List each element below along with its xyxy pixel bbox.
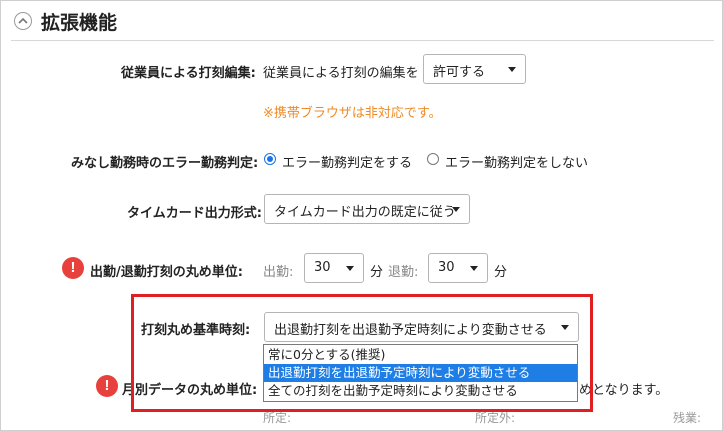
dropdown-option[interactable]: 常に0分とする(推奨) — [264, 346, 577, 364]
monthly-overtime-label: 残業: — [673, 411, 702, 425]
employee-edit-prefix: 従業員による打刻の編集を — [263, 66, 419, 81]
settings-panel: 拡張機能 従業員による打刻編集: 従業員による打刻の編集を 許可する ※携帯ブラ… — [0, 0, 723, 431]
mobile-unsupported-notice: ※携帯ブラウザは非対応です。 — [263, 106, 442, 121]
clock-out-rounding-select[interactable]: 30 — [428, 253, 488, 283]
error-judgment-label: みなし勤務時のエラー勤務判定: — [71, 156, 259, 171]
chevron-down-icon — [508, 67, 516, 72]
chevron-down-icon — [346, 266, 354, 271]
rounding-unit-label: 出勤/退勤打刻の丸め単位: — [90, 265, 243, 280]
error-judgment-on-label[interactable]: エラー勤務判定をする — [282, 152, 412, 171]
chevron-down-icon — [470, 266, 478, 271]
employee-edit-select-value: 許可する — [433, 65, 486, 80]
error-judgment-off-radio[interactable] — [427, 153, 439, 165]
dropdown-option-selected[interactable]: 出退勤打刻を出退勤予定時刻により変動させる — [264, 364, 577, 382]
clock-in-rounding-select[interactable]: 30 — [304, 253, 364, 283]
timecard-format-select[interactable]: タイムカード出力の既定に従う — [264, 194, 470, 224]
employee-edit-select[interactable]: 許可する — [423, 54, 526, 84]
clock-out-unit: 分 — [494, 265, 508, 280]
clock-in-unit: 分 — [370, 265, 384, 280]
section-header: 拡張機能 — [1, 1, 722, 41]
rounding-base-dropdown-list[interactable]: 常に0分とする(推奨) 出退勤打刻を出退勤予定時刻により変動させる 全ての打刻を… — [263, 344, 578, 402]
error-judgment-off-label[interactable]: エラー勤務判定をしない — [445, 152, 588, 171]
section-title: 拡張機能 — [41, 12, 118, 34]
employee-edit-label: 従業員による打刻編集: — [121, 66, 256, 81]
collapse-chevron-up-icon[interactable] — [14, 12, 32, 30]
section-divider — [11, 40, 714, 41]
dropdown-option[interactable]: 全ての打刻を出勤予定時刻により変動させる — [264, 382, 577, 400]
clock-out-label: 退勤: — [388, 265, 419, 280]
timecard-format-select-value: タイムカード出力の既定に従う — [274, 205, 456, 220]
chevron-down-icon — [452, 207, 460, 212]
timecard-format-label: タイムカード出力形式: — [127, 206, 262, 221]
clock-in-rounding-value: 30 — [314, 260, 331, 275]
clock-out-rounding-value: 30 — [438, 260, 455, 275]
clock-in-label: 出勤: — [263, 265, 294, 280]
alert-icon: ! — [96, 375, 118, 397]
error-judgment-on-radio[interactable] — [264, 153, 276, 165]
alert-icon: ! — [62, 257, 84, 279]
